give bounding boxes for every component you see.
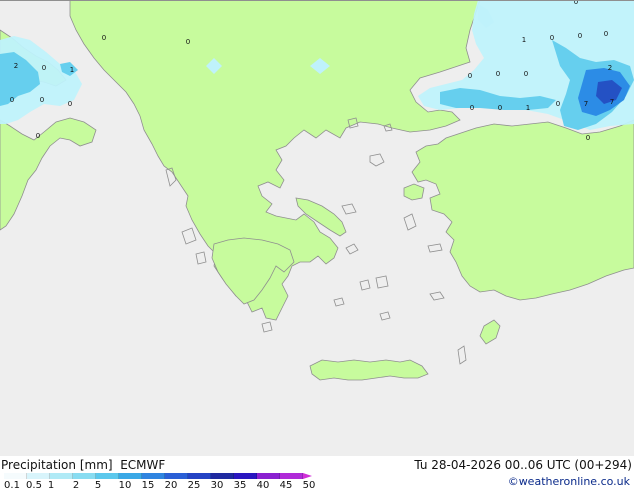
scale-swatch — [165, 473, 188, 479]
precip-value-label-adriatic-4: 0 — [10, 96, 14, 104]
precip-value-label-anatolia-2: 7 — [610, 98, 614, 106]
scale-swatch — [280, 473, 303, 479]
precipitation-color-scale — [4, 473, 312, 479]
scale-swatch — [211, 473, 234, 479]
precip-value-label-italy-1: 0 — [68, 100, 72, 108]
scale-swatch — [50, 473, 73, 479]
precip-value-label-marmara-4: 0 — [556, 100, 560, 108]
precip-value-label-blacksea-1: 1 — [522, 36, 526, 44]
precip-value-label-adriatic-2: 0 — [42, 64, 46, 72]
precip-value-label-adriatic-5: 0 — [40, 96, 44, 104]
land-lesbos — [403, 183, 425, 201]
precip-value-label-anatolia-3: 2 — [608, 64, 612, 72]
precip-value-label-italy-2: 0 — [36, 132, 40, 140]
map-title: Precipitation [mm] ECMWF — [1, 458, 166, 472]
precip-value-label-marmara-2: 0 — [498, 104, 502, 112]
scale-swatch — [119, 473, 142, 479]
scale-swatch — [4, 473, 27, 479]
land-crete — [309, 359, 429, 381]
precip-value-label-blacksea-2: 0 — [550, 34, 554, 42]
precip-value-label-adriatic-3: 1 — [70, 66, 74, 74]
precip-value-label-blacksea-4: 0 — [604, 30, 608, 38]
forecast-valid-time: Tu 28-04-2026 00..06 UTC (00+294) — [414, 458, 632, 472]
precip-value-label-marmara-3: 1 — [526, 104, 530, 112]
scale-swatch — [27, 473, 50, 479]
scale-swatch — [188, 473, 211, 479]
precip-value-label-thrace-2: 0 — [496, 70, 500, 78]
scale-swatch — [257, 473, 280, 479]
precip-value-label-anatolia-1: 7 — [584, 100, 588, 108]
precipitation-map: 2 0 10 0 000 0 1 0 0 00 0 00 0 1 0 7 7200 — [0, 0, 634, 456]
scale-end-arrow — [303, 473, 312, 479]
precip-value-label-marmara-1: 0 — [470, 104, 474, 112]
precip-value-label-blacksea-3: 0 — [578, 32, 582, 40]
scale-swatch — [96, 473, 119, 479]
credit-link[interactable]: ©weatheronline.co.uk — [508, 475, 630, 489]
scale-swatch — [142, 473, 165, 479]
scale-swatch — [234, 473, 257, 479]
precip-value-label-thrace-1: 0 — [468, 72, 472, 80]
scale-swatch — [73, 473, 96, 479]
precip-value-label-anatolia-4: 0 — [586, 134, 590, 142]
map-footer: Precipitation [mm] ECMWF Tu 28-04-2026 0… — [0, 456, 634, 491]
precip-value-label-balkans-2: 0 — [186, 38, 190, 46]
precip-value-label-thrace-3: 0 — [524, 70, 528, 78]
precip-value-label-balkans-1: 0 — [102, 34, 106, 42]
precip-value-label-adriatic-1: 2 — [14, 62, 18, 70]
